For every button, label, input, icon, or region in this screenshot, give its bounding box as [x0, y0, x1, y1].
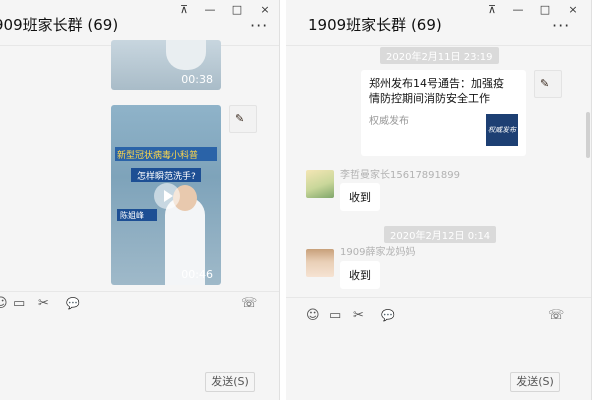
- close-button[interactable]: ×: [565, 3, 581, 17]
- message-bubble: 收到: [340, 261, 380, 289]
- scrollbar[interactable]: [586, 112, 590, 158]
- article-card[interactable]: 郑州发布14号通告：加强疫情防控期间消防安全工作 权威发布 权威发布: [361, 70, 526, 156]
- article-thumbnail: 权威发布: [486, 114, 518, 146]
- avatar[interactable]: [306, 249, 334, 277]
- video-message[interactable]: 00:38: [111, 40, 221, 90]
- timestamp: 2020年2月12日 0:14: [384, 226, 497, 243]
- timestamp: 2020年2月11日 23:19: [380, 47, 499, 64]
- avatar-calligraphy-icon: ✎: [235, 112, 245, 125]
- send-button[interactable]: 发送(S): [205, 372, 255, 392]
- chat-title: 1909班家长群 (69): [308, 16, 442, 34]
- sender-name: 1909薛家龙妈妈: [340, 247, 416, 258]
- avatar-calligraphy-icon: ✎: [540, 77, 550, 90]
- chat-history-icon[interactable]: 💬: [381, 309, 395, 323]
- emoji-icon[interactable]: ☺: [306, 309, 320, 323]
- pin-icon[interactable]: ⊼: [176, 3, 192, 17]
- article-source: 权威发布: [369, 116, 409, 127]
- toolbar-divider: [286, 297, 591, 298]
- video-banner-text: 新型冠状病毒小科普: [117, 151, 199, 161]
- minimize-button[interactable]: —: [202, 3, 218, 17]
- right-chat-window: 1909班家长群 (69) ⊼ — □ × ··· 2020年2月11日 23:…: [286, 0, 591, 400]
- call-icon[interactable]: ☏: [241, 297, 257, 311]
- toolbar-divider: [0, 291, 279, 292]
- video-message[interactable]: 新型冠状病毒小科普 怎样瞬范洗手? 陈姐峰 00:46: [111, 105, 221, 285]
- close-button[interactable]: ×: [257, 3, 273, 17]
- play-icon[interactable]: [154, 183, 180, 209]
- chat-history-icon[interactable]: 💬: [66, 297, 80, 311]
- video-duration: 00:46: [181, 268, 213, 281]
- minimize-button[interactable]: —: [510, 3, 526, 17]
- folder-icon[interactable]: ▭: [13, 297, 25, 311]
- more-options-icon[interactable]: ···: [552, 18, 570, 34]
- folder-icon[interactable]: ▭: [329, 309, 341, 323]
- background-window-edge: [591, 0, 600, 400]
- avatar[interactable]: [306, 170, 334, 198]
- chat-title: 909班家长群 (69): [0, 16, 119, 34]
- avatar[interactable]: ✎: [229, 105, 257, 133]
- avatar[interactable]: ✎: [534, 70, 562, 98]
- article-title: 郑州发布14号通告：加强疫情防控期间消防安全工作: [369, 77, 504, 105]
- scissors-icon[interactable]: ✂: [353, 309, 364, 323]
- video-thumbnail-figure: [166, 40, 206, 70]
- video-nametag: 陈姐峰: [120, 211, 144, 220]
- more-options-icon[interactable]: ···: [250, 18, 268, 34]
- video-subtitle: 怎样瞬范洗手?: [137, 172, 196, 182]
- left-chat-window: 909班家长群 (69) ⊼ — □ × ··· 00:38 新型冠状病毒小科普…: [0, 0, 280, 400]
- maximize-button[interactable]: □: [229, 3, 245, 17]
- send-button[interactable]: 发送(S): [510, 372, 560, 392]
- message-bubble: 收到: [340, 183, 380, 211]
- scissors-icon[interactable]: ✂: [38, 297, 49, 311]
- pin-icon[interactable]: ⊼: [484, 3, 500, 17]
- maximize-button[interactable]: □: [537, 3, 553, 17]
- video-duration: 00:38: [181, 73, 213, 86]
- emoji-icon[interactable]: ☺: [0, 297, 8, 311]
- header-divider: [286, 45, 591, 46]
- sender-name: 李哲曼家长15617891899: [340, 170, 460, 181]
- call-icon[interactable]: ☏: [548, 309, 564, 323]
